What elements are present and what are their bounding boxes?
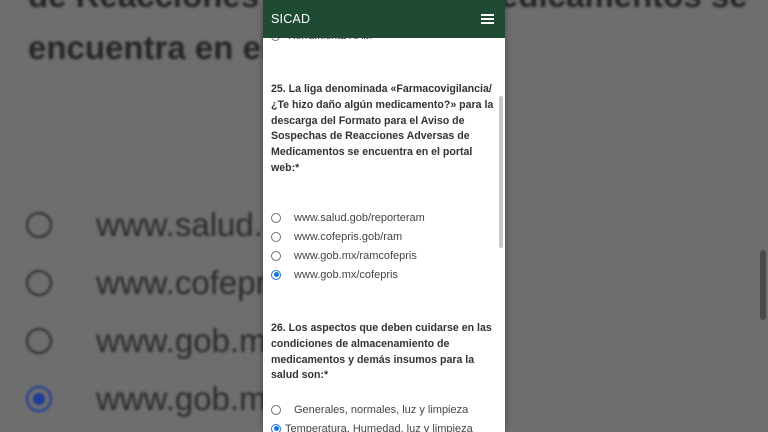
- background-radio-icon: [26, 270, 52, 296]
- radio-button[interactable]: [271, 404, 281, 415]
- question-25-text: 25. La liga denominada «Farmacovigilanci…: [271, 83, 494, 174]
- radio-button[interactable]: [271, 212, 281, 223]
- hamburger-menu-icon[interactable]: [481, 14, 494, 24]
- question-25-option-2[interactable]: www.cofepris.gob/ram: [271, 227, 501, 246]
- question-25-option-4[interactable]: www.gob.mx/cofepris: [271, 265, 501, 284]
- question-26-option-2[interactable]: Temperatura, Humedad, luz y limpieza: [271, 419, 501, 432]
- question-25-options: www.salud.gob/reporteram www.cofepris.go…: [271, 208, 501, 284]
- scrollbar[interactable]: [499, 96, 503, 248]
- option-label: www.gob.mx/cofepris: [294, 268, 398, 281]
- radio-button-checked[interactable]: [271, 423, 281, 432]
- app-title: SICAD: [271, 12, 311, 26]
- radio-button[interactable]: [271, 250, 281, 261]
- option-label: Generales, normales, luz y limpieza: [294, 403, 469, 416]
- background-radio-icon: [26, 212, 52, 238]
- question-25-option-3[interactable]: www.gob.mx/ramcofepris: [271, 246, 501, 265]
- phone-screen: SICAD Herramienta RAM 25. La liga denomi…: [263, 0, 505, 432]
- question-26-text: 26. Los aspectos que deben cuidarse en l…: [271, 322, 492, 382]
- background-radio-checked-icon: [26, 386, 52, 412]
- radio-button-checked[interactable]: [271, 269, 281, 280]
- question-25-option-1[interactable]: www.salud.gob/reporteram: [271, 208, 501, 227]
- question-26-option-1[interactable]: Generales, normales, luz y limpieza: [271, 400, 501, 419]
- option-label: www.cofepris.gob/ram: [294, 230, 403, 243]
- option-label: Temperatura, Humedad, luz y limpieza: [285, 422, 473, 432]
- option-label: www.salud.gob/reporteram: [294, 211, 425, 224]
- app-header: SICAD: [263, 0, 505, 38]
- option-label: www.gob.mx/ramcofepris: [294, 249, 417, 262]
- background-scrollbar: [760, 250, 766, 320]
- question-26-options: Generales, normales, luz y limpieza Temp…: [271, 400, 501, 432]
- radio-button[interactable]: [271, 231, 281, 242]
- background-radio-icon: [26, 328, 52, 354]
